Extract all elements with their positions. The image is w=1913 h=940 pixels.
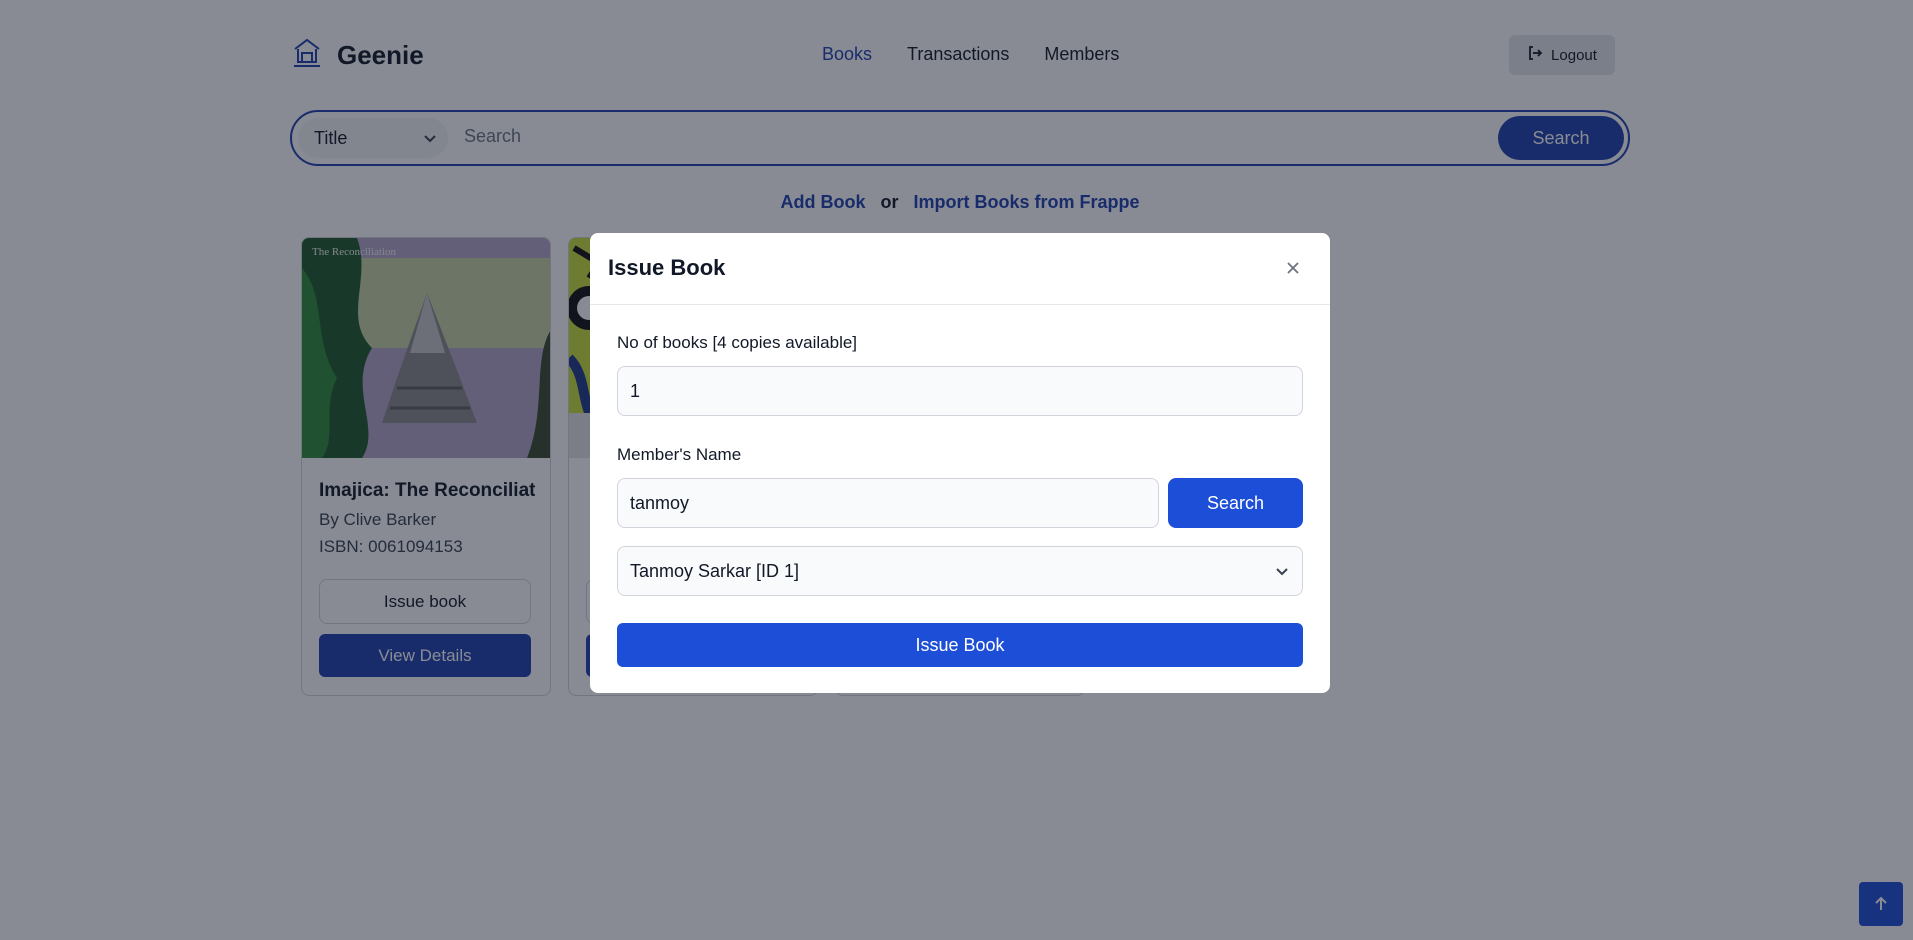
close-button[interactable] — [1282, 257, 1304, 279]
modal-title: Issue Book — [608, 255, 726, 280]
issue-book-modal: Issue Book No of books [4 copies availab… — [590, 233, 1330, 693]
qty-label: No of books [4 copies available] — [617, 333, 858, 352]
member-search-button[interactable]: Search — [1168, 478, 1303, 528]
member-select-value: Tanmoy Sarkar [ID 1] — [630, 561, 800, 581]
qty-input[interactable]: 1 — [617, 366, 1303, 416]
close-icon — [1287, 262, 1299, 274]
page: Geenie Books Transactions Members Logout… — [0, 0, 1913, 940]
modal-header: Issue Book — [590, 233, 1330, 305]
issue-book-submit-button[interactable]: Issue Book — [617, 623, 1303, 667]
member-select[interactable]: Tanmoy Sarkar [ID 1] — [617, 546, 1303, 596]
chevron-down-icon — [1276, 568, 1288, 576]
member-name-input[interactable]: tanmoy — [617, 478, 1159, 528]
member-label: Member's Name — [617, 445, 742, 464]
